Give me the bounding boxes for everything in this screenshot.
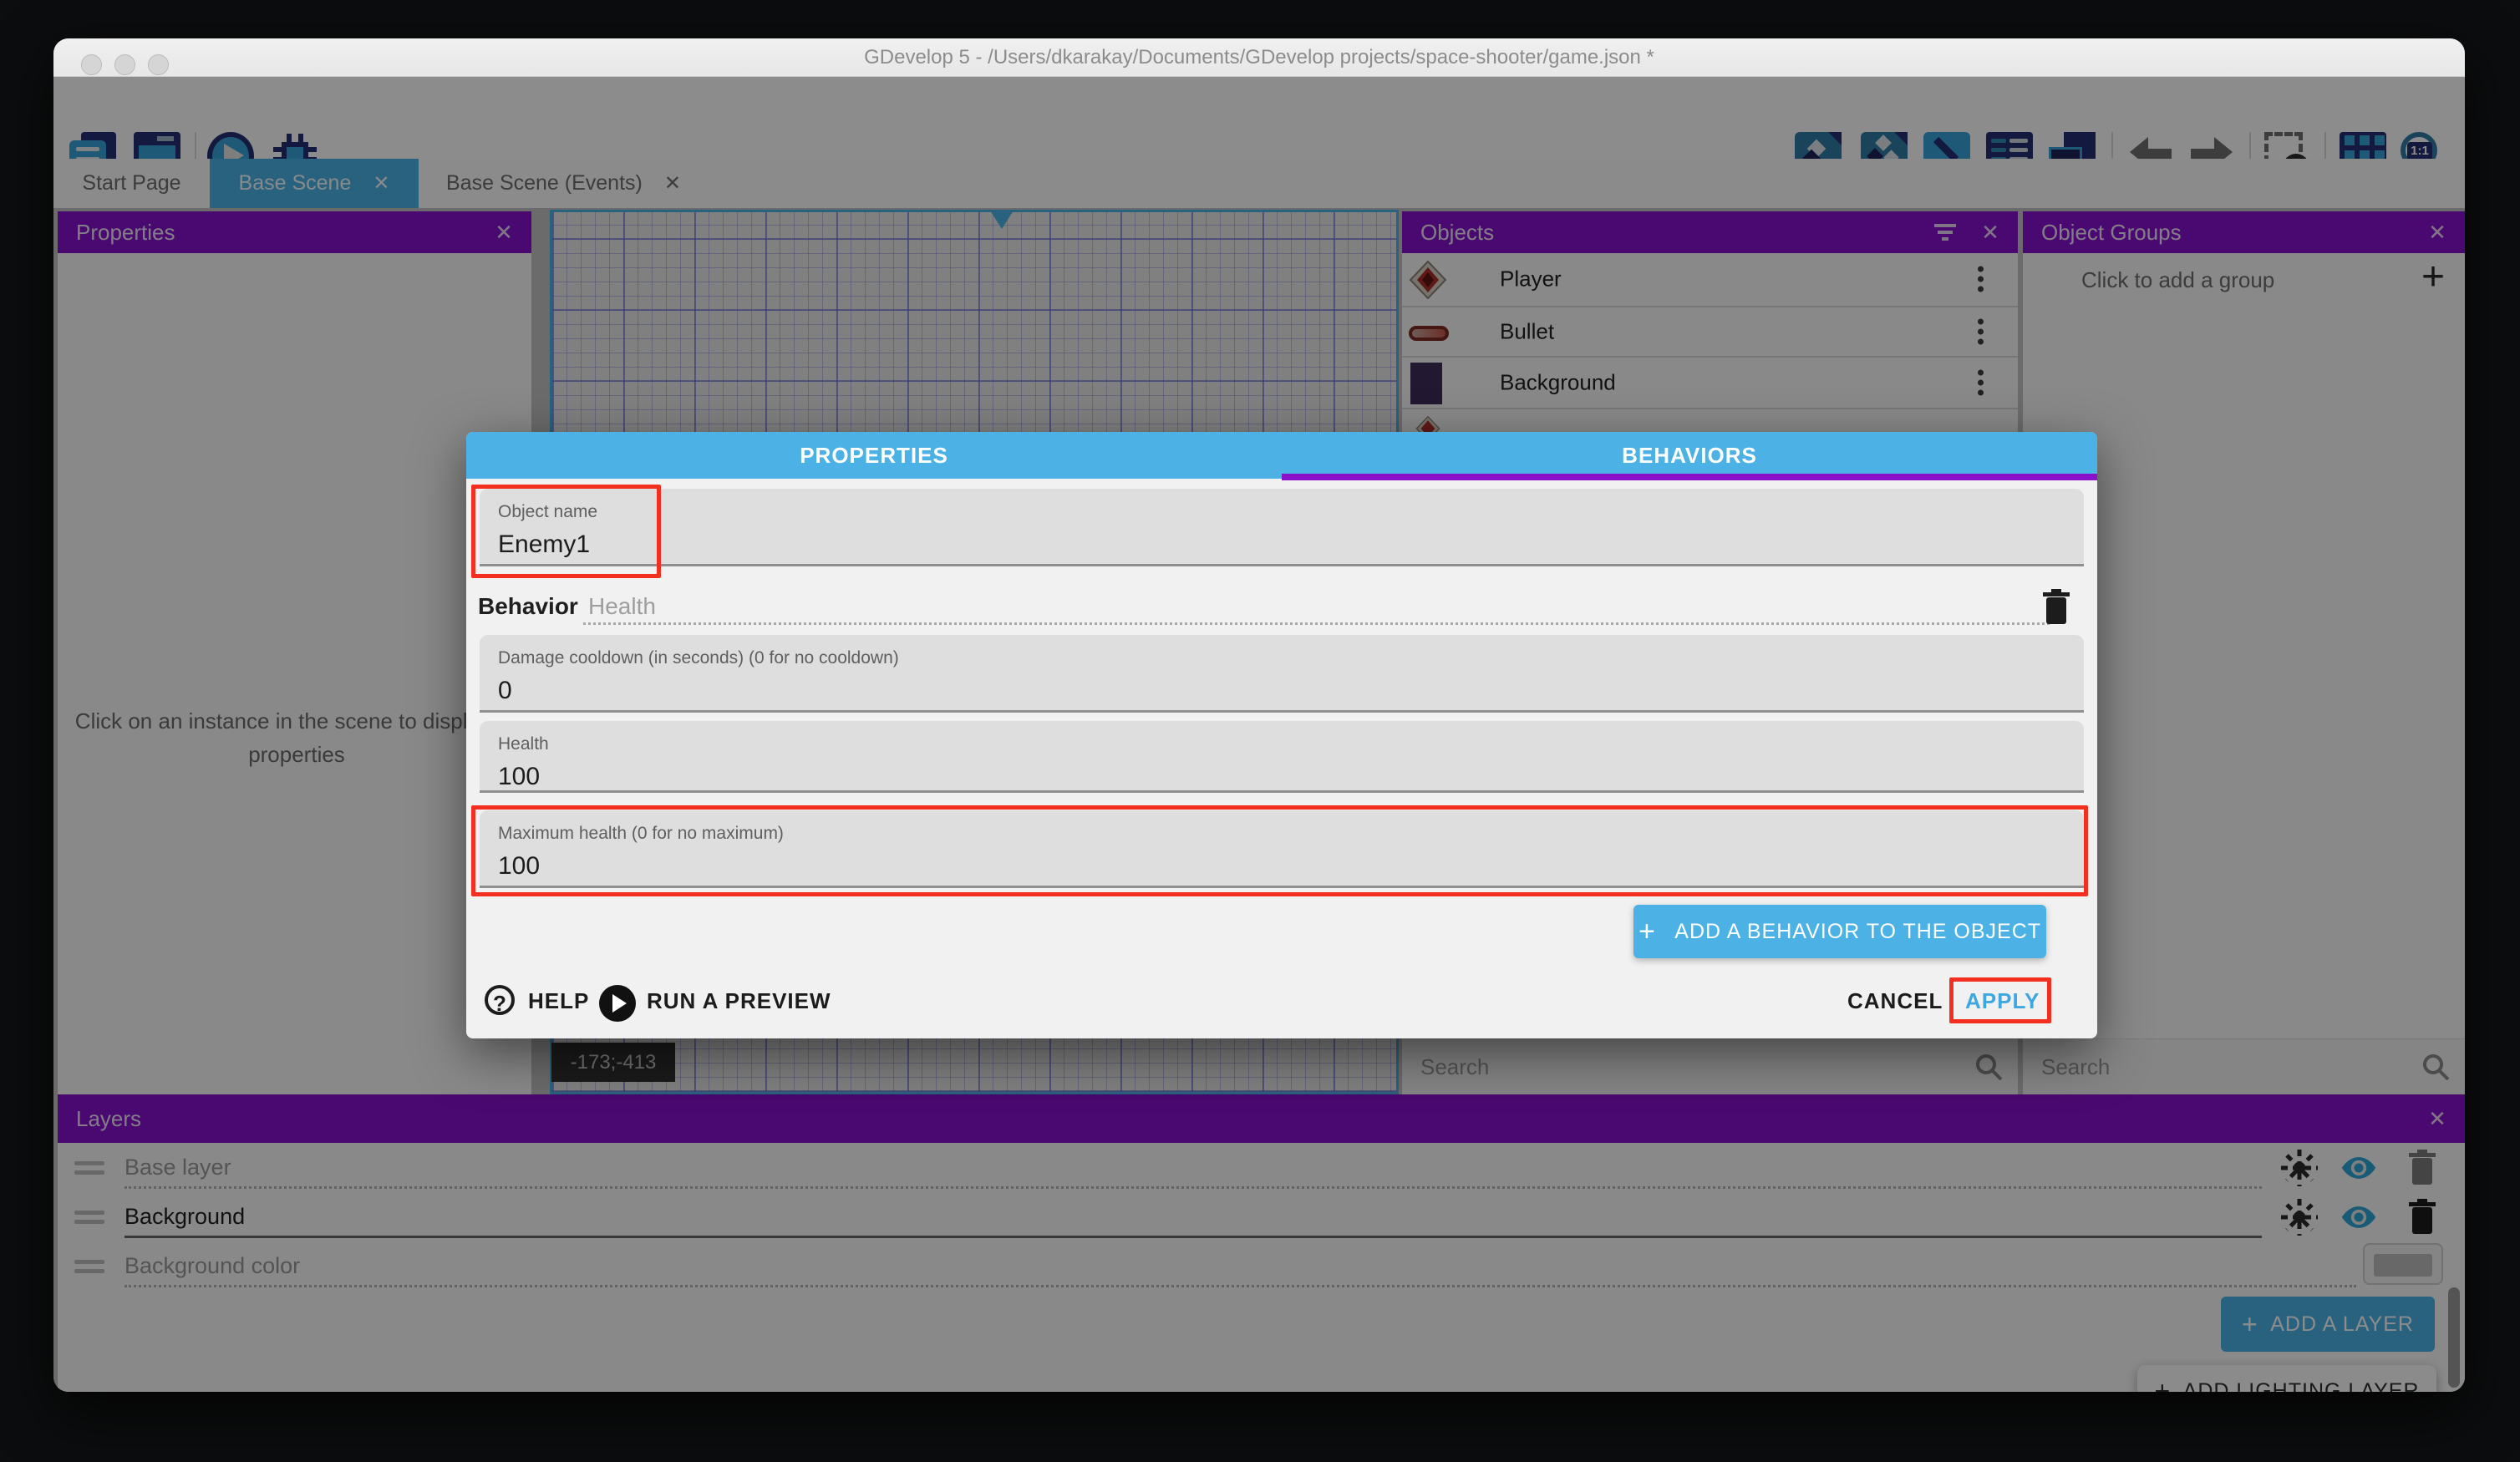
window-title: GDevelop 5 - /Users/dkarakay/Documents/G… — [53, 38, 2465, 77]
active-tab-indicator — [1282, 474, 2097, 480]
help-icon[interactable]: ? — [485, 985, 515, 1015]
behavior-label: Behavior — [478, 593, 578, 620]
behavior-name-input[interactable]: Health — [588, 593, 656, 620]
object-name-value: Enemy1 — [498, 530, 2084, 559]
add-behavior-button[interactable]: + ADD A BEHAVIOR TO THE OBJECT — [1633, 905, 2046, 958]
object-name-field[interactable]: Object name Enemy1 — [480, 489, 2084, 566]
plus-icon: + — [1639, 916, 1656, 947]
behavior-name-underline — [583, 622, 2050, 625]
help-button[interactable]: HELP — [528, 988, 589, 1014]
dialog-tab-behaviors[interactable]: BEHAVIORS — [1282, 432, 2097, 479]
run-preview-button[interactable]: RUN A PREVIEW — [647, 988, 831, 1014]
object-name-label: Object name — [498, 502, 2084, 522]
run-preview-icon[interactable] — [599, 985, 636, 1022]
apply-button[interactable]: APPLY — [1965, 988, 2040, 1014]
app-window: GDevelop 5 - /Users/dkarakay/Documents/G… — [53, 38, 2465, 1392]
cancel-button[interactable]: CANCEL — [1847, 988, 1943, 1014]
dialog-tabbar: PROPERTIES BEHAVIORS — [466, 432, 2097, 479]
maximum-health-field[interactable]: Maximum health (0 for no maximum) 100 — [480, 810, 2084, 888]
dialog-tab-properties[interactable]: PROPERTIES — [466, 432, 1282, 479]
delete-behavior-trash-icon[interactable] — [2041, 589, 2071, 626]
object-editor-dialog: PROPERTIES BEHAVIORS Object name Enemy1 … — [466, 432, 2097, 1038]
damage-cooldown-field[interactable]: Damage cooldown (in seconds) (0 for no c… — [480, 635, 2084, 713]
health-field[interactable]: Health 100 — [480, 721, 2084, 793]
titlebar: GDevelop 5 - /Users/dkarakay/Documents/G… — [53, 38, 2465, 77]
